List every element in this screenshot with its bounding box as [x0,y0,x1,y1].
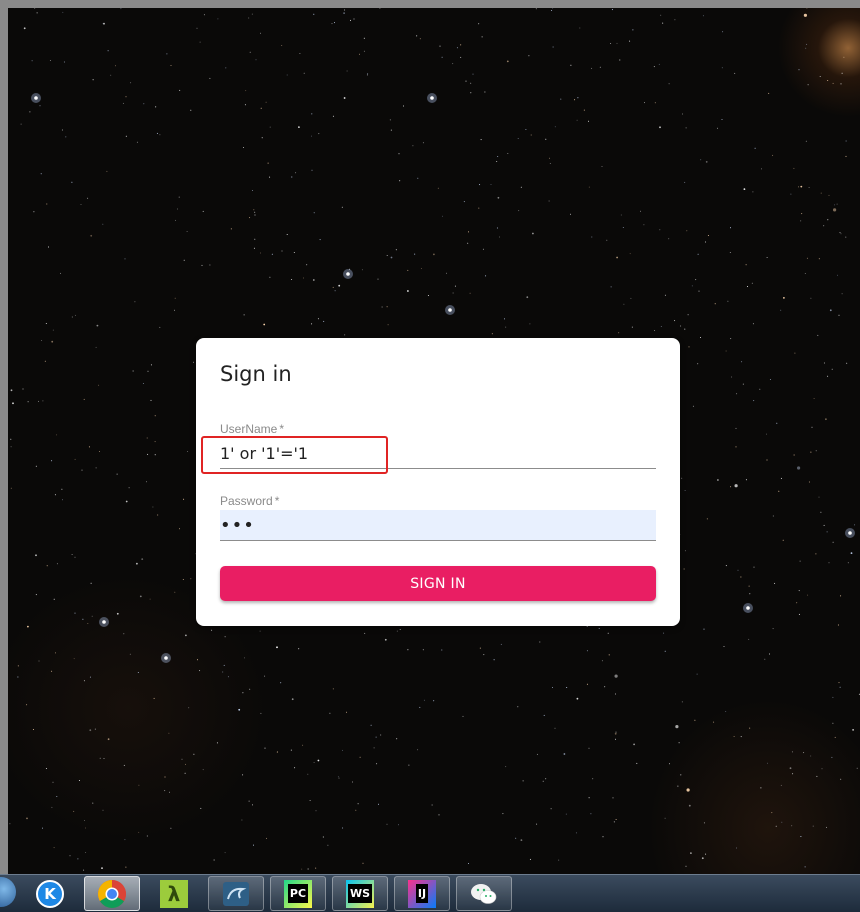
taskbar-app-mysql-workbench[interactable] [208,876,264,911]
pycharm-icon: PC [284,879,312,908]
desktop-screen: Sign in UserName* Password* SIGN IN K [0,0,860,912]
sign-in-card: Sign in UserName* Password* SIGN IN [196,338,680,626]
taskbar: K λ PC WS IJ [0,874,860,912]
kugou-music-icon: K [36,879,64,908]
taskbar-app-lambda[interactable]: λ [146,876,202,911]
browser-viewport: Sign in UserName* Password* SIGN IN [8,8,860,874]
taskbar-app-wechat[interactable] [456,876,512,911]
taskbar-app-pycharm[interactable]: PC [270,876,326,911]
wechat-icon [471,883,497,904]
password-label: Password * [220,494,280,508]
password-input[interactable] [220,510,656,541]
username-label: UserName * [220,422,285,436]
intellij-idea-icon: IJ [408,879,436,908]
mysql-workbench-icon [223,881,249,906]
sign-in-button[interactable]: SIGN IN [220,566,656,601]
start-button[interactable] [0,877,16,907]
taskbar-app-kugou[interactable]: K [22,876,78,911]
page-title: Sign in [220,362,292,386]
taskbar-app-webstorm[interactable]: WS [332,876,388,911]
annotation-highlight-box [201,436,388,474]
taskbar-app-intellij[interactable]: IJ [394,876,450,911]
lambda-app-icon: λ [160,879,188,908]
webstorm-icon: WS [346,879,374,908]
required-marker: * [279,422,285,436]
taskbar-app-chrome[interactable] [84,876,140,911]
required-marker: * [274,494,280,508]
chrome-icon [98,879,126,908]
